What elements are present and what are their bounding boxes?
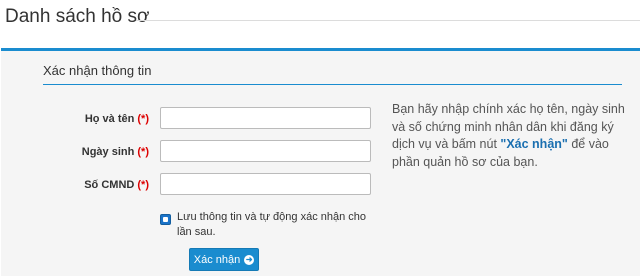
confirm-button[interactable]: Xác nhận ➜ [189,248,259,271]
id-number-label: Số CMND (*) [9,179,149,191]
title-divider [136,20,640,21]
fullname-label: Họ và tên (*) [9,113,149,125]
fullname-input[interactable] [160,107,371,129]
arrow-right-icon: ➜ [244,254,255,265]
required-mark: (*) [137,113,149,125]
fullname-label-text: Họ và tên [84,113,135,125]
help-highlight: "Xác nhận" [500,137,568,151]
panel-heading: Xác nhận thông tin [43,63,152,78]
help-text: Bạn hãy nhập chính xác họ tên, ngày sinh… [392,101,630,171]
id-number-input[interactable] [160,173,371,195]
dob-label: Ngày sinh (*) [9,146,149,158]
dob-input[interactable] [160,140,371,162]
remember-checkbox[interactable] [160,214,171,225]
required-mark: (*) [137,146,149,158]
panel-divider [43,84,622,85]
dob-label-text: Ngày sinh [81,146,135,158]
page-title: Danh sách hồ sơ [5,6,150,27]
id-number-label-text: Số CMND [84,179,135,191]
remember-label: Lưu thông tin và tự động xác nhận cho lầ… [177,211,367,238]
confirm-button-label: Xác nhận [193,253,241,266]
required-mark: (*) [137,179,149,191]
